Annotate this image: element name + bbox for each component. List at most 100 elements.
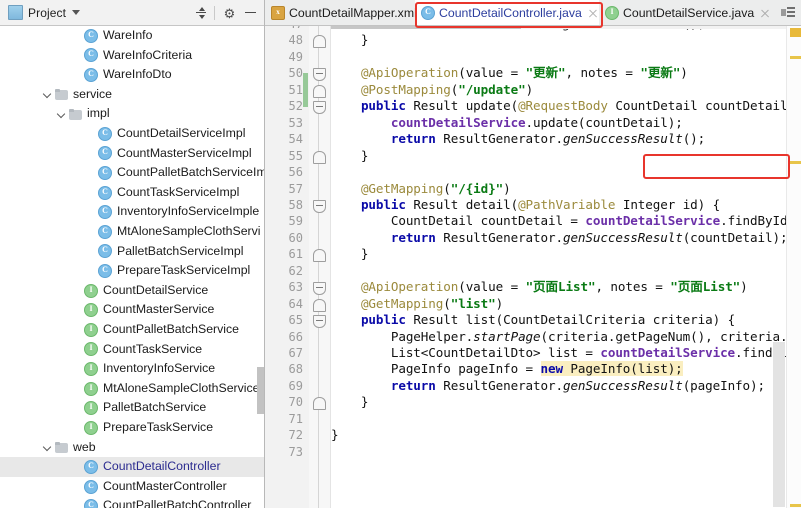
code-editor[interactable]: 4748495051525354555657585960616263646566… [265, 26, 801, 508]
tree-item-palletbatchservice[interactable]: I PalletBatchService [0, 398, 264, 418]
code-line[interactable]: @GetMapping("list") [331, 296, 503, 312]
chevron-down-icon[interactable] [57, 109, 68, 120]
tree-item-wareinfocriteria[interactable]: C WareInfoCriteria [0, 46, 264, 66]
tree-item-counttaskserviceimpl[interactable]: C CountTaskServiceImpl [0, 183, 264, 203]
tree-item-inventoryinfoservice[interactable]: I InventoryInfoService [0, 359, 264, 379]
show-tab-list-button[interactable] [778, 0, 801, 25]
fold-start-icon[interactable] [311, 313, 326, 329]
fold-end-icon[interactable] [311, 33, 326, 49]
tree-item-label: PalletBatchServiceImpl [117, 243, 244, 258]
code-line[interactable]: PageInfo pageInfo = new PageInfo(list); [331, 361, 683, 377]
tree-item-countpalletbatchservice[interactable]: I CountPalletBatchService [0, 320, 264, 340]
settings-button[interactable]: ⚙ [219, 3, 239, 23]
code-line[interactable]: @GetMapping("/{id}") [331, 181, 511, 197]
code-line[interactable]: } [331, 394, 369, 410]
vcs-change-marker[interactable] [303, 73, 308, 107]
hide-panel-button[interactable] [240, 3, 260, 23]
code-line[interactable]: @ApiOperation(value = "更新", notes = "更新"… [331, 65, 688, 81]
fold-start-icon[interactable] [311, 99, 326, 115]
editor-marker-bar[interactable] [786, 26, 801, 508]
java-interface-icon: I [84, 322, 98, 337]
editor-horizontal-scrollbar[interactable] [331, 26, 786, 29]
code-line[interactable]: countDetailService.update(countDetail); [331, 115, 683, 131]
tree-item-mtalonesampleclothservice[interactable]: I MtAloneSampleClothService [0, 379, 264, 399]
tree-item-preparetaskservice[interactable]: I PrepareTaskService [0, 418, 264, 438]
code-line[interactable]: PageHelper.startPage(criteria.getPageNum… [331, 329, 786, 345]
tree-item-palletbatchserviceimpl[interactable]: C PalletBatchServiceImpl [0, 242, 264, 262]
editor-tab-countdetailcontroller-java[interactable]: C CountDetailController.java [415, 0, 599, 25]
code-line[interactable]: public Result list(CountDetailCriteria c… [331, 312, 735, 328]
toolbar-divider [214, 5, 215, 20]
editor-tab-countdetailservice-java[interactable]: I CountDetailService.java [599, 0, 777, 25]
tree-item-web[interactable]: web [0, 438, 264, 458]
fold-end-icon[interactable] [311, 247, 326, 263]
inspection-status-marker[interactable] [790, 28, 801, 37]
tree-item-countdetailcontroller[interactable]: C CountDetailController [0, 457, 264, 477]
line-number: 62 [288, 263, 303, 278]
code-line[interactable]: } [331, 148, 369, 164]
project-tree-scrollbar-thumb[interactable] [257, 367, 264, 414]
code-line[interactable]: CountDetail countDetail = countDetailSer… [331, 213, 786, 229]
fold-end-icon[interactable] [311, 395, 326, 411]
tree-item-label: CountDetailService [103, 282, 209, 297]
tree-item-countpalletbatchcontroller[interactable]: C CountPalletBatchController [0, 496, 264, 508]
editor-horizontal-scrollbar-thumb[interactable] [331, 26, 521, 29]
tree-item-countmasterserviceimpl[interactable]: C CountMasterServiceImpl [0, 144, 264, 164]
code-line[interactable]: @PostMapping("/update") [331, 82, 533, 98]
tree-item-counttaskservice[interactable]: I CountTaskService [0, 340, 264, 360]
editor-vertical-scrollbar-thumb[interactable] [773, 342, 785, 507]
tree-item-wareinfo[interactable]: C WareInfo [0, 26, 264, 46]
tree-item-countpalletbatchserviceim[interactable]: C CountPalletBatchServiceIm [0, 163, 264, 183]
chevron-down-icon[interactable] [72, 10, 81, 15]
line-number: 63 [288, 280, 303, 295]
code-content[interactable]: return ResultGenerator.genSuccessResult(… [331, 26, 786, 508]
code-line[interactable]: return ResultGenerator.genSuccessResult(… [331, 230, 786, 246]
tree-item-countdetailservice[interactable]: I CountDetailService [0, 281, 264, 301]
editor-tab-countdetailmapper-xml[interactable]: x CountDetailMapper.xml [265, 0, 417, 25]
marker-stripe[interactable] [790, 56, 801, 59]
close-icon[interactable] [588, 8, 598, 18]
tree-item-countmasterservice[interactable]: I CountMasterService [0, 300, 264, 320]
tree-item-countmastercontroller[interactable]: C CountMasterController [0, 477, 264, 497]
fold-end-icon[interactable] [311, 297, 326, 312]
code-line[interactable]: } [331, 427, 339, 443]
code-line[interactable]: List<CountDetailDto> list = countDetailS… [331, 345, 786, 361]
line-number: 67 [288, 346, 303, 360]
code-line[interactable]: @ApiOperation(value = "页面List", notes = … [331, 279, 748, 295]
marker-stripe[interactable] [790, 161, 801, 164]
tree-item-wareinfodto[interactable]: C WareInfoDto [0, 65, 264, 85]
close-icon[interactable] [760, 8, 770, 18]
fold-start-icon[interactable] [311, 280, 326, 296]
tree-item-service[interactable]: service [0, 85, 264, 105]
tree-item-inventoryinfoserviceimple[interactable]: C InventoryInfoServiceImple [0, 202, 264, 222]
line-number: 65 [288, 313, 303, 328]
fold-start-icon[interactable] [311, 66, 326, 82]
fold-end-icon[interactable] [311, 83, 326, 98]
java-interface-icon: I [605, 6, 619, 20]
ide-window: Project ⚙ C WareInfo C WareInfoCriteria C War… [0, 0, 801, 508]
tree-item-mtalonesampleclothservi[interactable]: C MtAloneSampleClothServi [0, 222, 264, 242]
tree-item-preparetaskserviceimpl[interactable]: C PrepareTaskServiceImpl [0, 261, 264, 281]
tree-item-countdetailserviceimpl[interactable]: C CountDetailServiceImpl [0, 124, 264, 144]
code-line[interactable]: } [331, 32, 369, 48]
project-panel-title[interactable]: Project [28, 6, 66, 20]
fold-start-icon[interactable] [311, 198, 326, 213]
code-line[interactable]: public Result detail(@PathVariable Integ… [331, 197, 720, 213]
chevron-down-icon[interactable] [43, 89, 54, 100]
java-class-icon: C [98, 185, 112, 200]
project-tree[interactable]: C WareInfo C WareInfoCriteria C WareInfoDto se… [0, 26, 264, 508]
tree-item-label: impl [87, 106, 110, 121]
code-line[interactable]: return ResultGenerator.genSuccessResult(… [331, 378, 765, 394]
chevron-down-icon[interactable] [43, 442, 54, 453]
java-class-icon: C [84, 459, 98, 474]
code-line[interactable]: } [331, 246, 369, 262]
java-interface-icon: I [84, 361, 98, 376]
tree-item-label: CountDetailController [103, 459, 221, 474]
code-line[interactable]: return ResultGenerator.genSuccessResult(… [331, 131, 705, 147]
code-folding-gutter[interactable] [309, 26, 331, 508]
marker-stripe[interactable] [790, 504, 801, 507]
collapse-all-button[interactable] [191, 3, 211, 23]
fold-end-icon[interactable] [311, 149, 326, 164]
code-line[interactable]: public Result update(@RequestBody CountD… [331, 98, 786, 114]
tree-item-impl[interactable]: impl [0, 104, 264, 124]
